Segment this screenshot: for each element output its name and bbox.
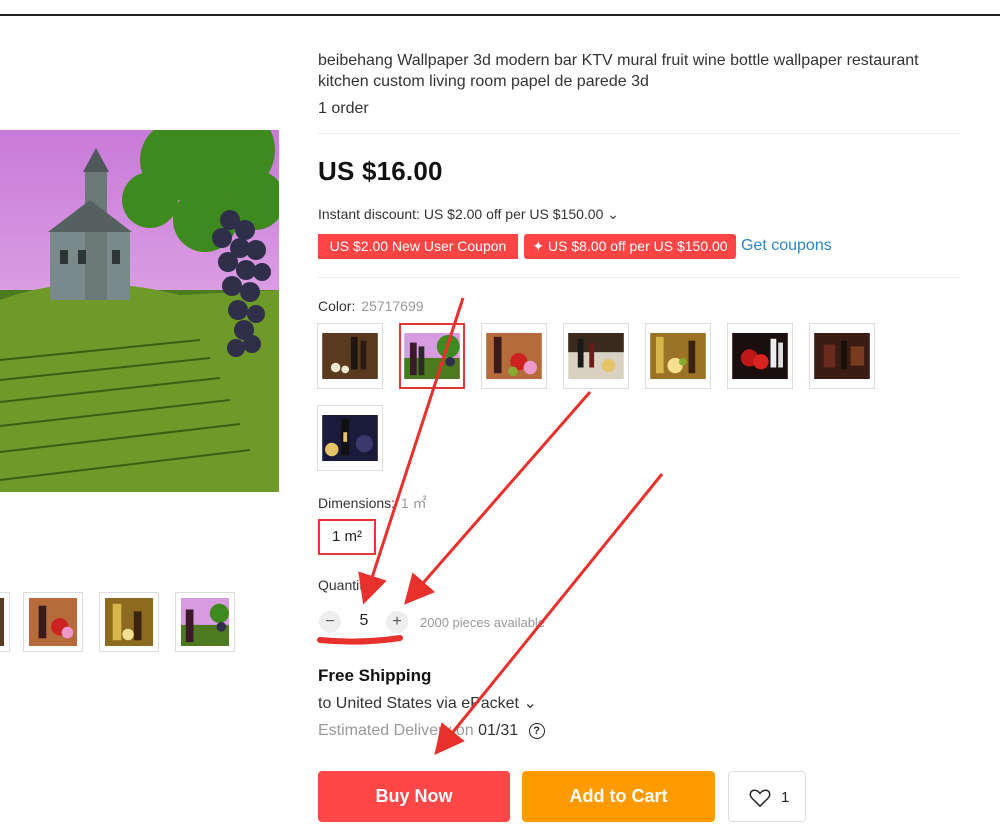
main-product-image[interactable] <box>0 130 279 492</box>
color-value: 25717699 <box>361 298 424 314</box>
color-option-6[interactable] <box>727 323 793 389</box>
dimensions-label: Dimensions: 1 ㎡ <box>318 493 427 513</box>
shipping-destination[interactable]: to United States via ePacket ⌄ <box>318 693 537 713</box>
estimated-delivery: Estimated Delivery on 01/31 ? <box>318 722 545 740</box>
annotation-arrow <box>404 391 592 605</box>
image-gallery-thumbnails <box>0 592 260 654</box>
help-icon[interactable]: ? <box>528 723 545 739</box>
color-option-1[interactable] <box>317 323 383 389</box>
get-coupons-link[interactable]: Get coupons <box>741 237 832 255</box>
quantity-increment-button[interactable]: + <box>386 611 408 633</box>
estimated-delivery-label: Estimated Delivery on <box>318 722 474 739</box>
new-user-coupon[interactable]: US $2.00 New User Coupon <box>318 234 518 259</box>
color-option-8[interactable] <box>317 405 383 471</box>
dimensions-value: 1 ㎡ <box>400 495 427 511</box>
color-option-4[interactable] <box>563 323 629 389</box>
quantity-label: Quantity: <box>318 577 375 593</box>
shipping-title: Free Shipping <box>318 666 432 685</box>
browser-top-edge <box>0 0 1000 16</box>
color-option-5[interactable] <box>645 323 711 389</box>
instant-discount[interactable]: Instant discount: US $2.00 off per US $1… <box>318 206 619 223</box>
buy-now-button[interactable]: Buy Now <box>318 771 510 822</box>
color-option-3[interactable] <box>481 323 547 389</box>
color-label: Color: 25717699 <box>318 298 424 314</box>
dimensions-label-text: Dimensions: <box>318 495 396 511</box>
heart-icon <box>749 789 771 808</box>
wishlist-count: 1 <box>781 789 790 806</box>
divider <box>318 133 960 134</box>
color-label-text: Color: <box>318 298 356 314</box>
estimated-delivery-date: 01/31 <box>478 722 519 739</box>
gallery-thumbnail[interactable] <box>0 592 10 652</box>
order-count: 1 order <box>318 100 369 117</box>
gallery-thumbnail[interactable] <box>99 592 159 652</box>
quantity-decrement-button[interactable]: − <box>319 611 341 633</box>
product-price: US $16.00 <box>318 156 443 186</box>
add-to-cart-button[interactable]: Add to Cart <box>522 771 715 822</box>
divider <box>318 277 960 278</box>
gallery-thumbnail[interactable] <box>175 592 235 652</box>
color-option-7[interactable] <box>809 323 875 389</box>
color-option-2-selected[interactable] <box>399 323 465 389</box>
stock-available: 2000 pieces available <box>420 615 546 630</box>
store-coupon[interactable]: ✦ US $8.00 off per US $150.00 <box>524 234 736 259</box>
wishlist-button[interactable]: 1 <box>728 771 806 822</box>
quantity-input[interactable]: 5 <box>352 612 376 630</box>
gallery-thumbnail[interactable] <box>23 592 83 652</box>
dimension-option-1m2[interactable]: 1 m² <box>318 519 376 555</box>
product-title: beibehang Wallpaper 3d modern bar KTV mu… <box>318 52 919 90</box>
annotation-underline <box>317 635 403 645</box>
